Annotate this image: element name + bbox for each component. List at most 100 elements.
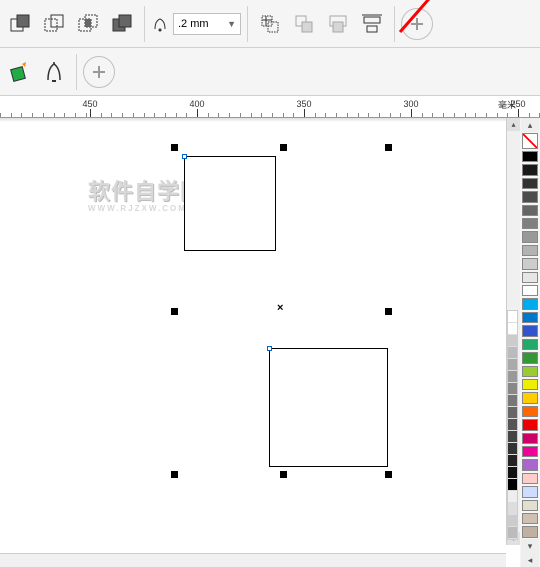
- mini-swatch: [508, 443, 517, 455]
- palette-flyout-icon[interactable]: ◂: [521, 553, 539, 567]
- color-swatch[interactable]: [522, 151, 538, 162]
- ruler-tick-label: 450: [82, 99, 97, 109]
- color-swatch[interactable]: [522, 298, 538, 309]
- color-swatch[interactable]: [522, 258, 538, 269]
- color-swatch[interactable]: [522, 352, 538, 363]
- ruler-tick-label: 250: [510, 99, 525, 109]
- color-swatch[interactable]: [522, 379, 538, 390]
- separator: [76, 54, 77, 90]
- color-swatch[interactable]: [522, 285, 538, 296]
- mini-swatch: [508, 383, 517, 395]
- color-swatch[interactable]: [522, 231, 538, 242]
- horizontal-scrollbar[interactable]: [0, 553, 506, 567]
- color-swatch[interactable]: [522, 433, 538, 444]
- selection-center-icon[interactable]: ×: [277, 302, 283, 314]
- color-swatch[interactable]: [522, 312, 538, 323]
- palette-swatches: [522, 150, 538, 539]
- palette-up-icon[interactable]: ▴: [521, 118, 539, 132]
- mini-swatch: [508, 395, 517, 407]
- color-swatch[interactable]: [522, 178, 538, 189]
- color-swatch[interactable]: [522, 339, 538, 350]
- selection-handle[interactable]: [385, 471, 392, 478]
- back-minus-front-button: [288, 8, 320, 40]
- mini-swatch: [508, 503, 517, 515]
- dropdown-icon: ▼: [227, 19, 236, 29]
- mini-swatch: [508, 431, 517, 443]
- palette-down-icon[interactable]: ▾: [521, 539, 539, 553]
- color-swatch[interactable]: [522, 205, 538, 216]
- mini-swatch: [508, 479, 517, 491]
- color-swatch[interactable]: [522, 526, 538, 537]
- selection-handle[interactable]: [385, 144, 392, 151]
- color-swatch[interactable]: [522, 486, 538, 497]
- ruler-tick-label: 300: [403, 99, 418, 109]
- color-swatch[interactable]: [522, 392, 538, 403]
- selection-handle[interactable]: [171, 144, 178, 151]
- ruler-tick-label: 350: [296, 99, 311, 109]
- color-swatch[interactable]: [522, 473, 538, 484]
- shape-node[interactable]: [182, 154, 187, 159]
- drawing-canvas[interactable]: 软件自学网 WWW.RJZXW.COM ×: [0, 118, 540, 545]
- horizontal-ruler[interactable]: 毫米 450400350300250: [0, 96, 540, 118]
- outline-width-value: .2 mm: [178, 18, 209, 30]
- outline-pen-tool[interactable]: [38, 56, 70, 88]
- canvas-area[interactable]: 软件自学网 WWW.RJZXW.COM ×: [0, 118, 540, 545]
- outline-width-control: .2 mm ▼: [151, 13, 241, 35]
- scroll-up-icon[interactable]: ▴: [507, 118, 520, 131]
- align-distribute-button[interactable]: [356, 8, 388, 40]
- mini-swatch: [508, 419, 517, 431]
- mini-swatch: [508, 359, 517, 371]
- color-swatch[interactable]: [522, 513, 538, 524]
- add-tool-button[interactable]: [83, 56, 115, 88]
- front-minus-back-button[interactable]: [254, 8, 286, 40]
- rect-bottom[interactable]: [269, 348, 388, 467]
- selection-handle[interactable]: [171, 308, 178, 315]
- mini-swatch: [508, 491, 517, 503]
- boundary-button: [322, 8, 354, 40]
- shape-node[interactable]: [267, 346, 272, 351]
- mini-swatch: [508, 311, 517, 323]
- simplify-button[interactable]: [106, 8, 138, 40]
- mini-swatch: [508, 527, 517, 539]
- separator: [144, 6, 145, 42]
- color-swatch[interactable]: [522, 325, 538, 336]
- rect-top[interactable]: [184, 156, 276, 251]
- add-preset-button[interactable]: [401, 8, 433, 40]
- mini-swatch: [508, 407, 517, 419]
- trim-button[interactable]: [38, 8, 70, 40]
- color-swatch[interactable]: [522, 164, 538, 175]
- mini-swatch: [508, 323, 517, 335]
- mini-swatch: [508, 467, 517, 479]
- selection-handle[interactable]: [171, 471, 178, 478]
- mini-swatch: [508, 455, 517, 467]
- no-color-swatch[interactable]: [522, 133, 538, 149]
- color-swatch[interactable]: [522, 272, 538, 283]
- interactive-fill-tool[interactable]: [4, 56, 36, 88]
- color-swatch[interactable]: [522, 191, 538, 202]
- color-swatch[interactable]: [522, 245, 538, 256]
- mini-swatch: [508, 335, 517, 347]
- mini-swatch: [508, 515, 517, 527]
- color-swatch[interactable]: [522, 419, 538, 430]
- selection-handle[interactable]: [280, 471, 287, 478]
- property-bar: .2 mm ▼: [0, 0, 540, 48]
- color-swatch[interactable]: [522, 406, 538, 417]
- separator: [394, 6, 395, 42]
- toolbox-bar: [0, 48, 540, 96]
- palette-scrollbar[interactable]: [507, 310, 518, 540]
- mini-swatch: [508, 347, 517, 359]
- outline-width-combo[interactable]: .2 mm ▼: [173, 13, 241, 35]
- selection-handle[interactable]: [385, 308, 392, 315]
- color-swatch[interactable]: [522, 366, 538, 377]
- color-swatch[interactable]: [522, 500, 538, 511]
- mini-swatch: [508, 371, 517, 383]
- separator: [247, 6, 248, 42]
- color-swatch[interactable]: [522, 446, 538, 457]
- color-swatch[interactable]: [522, 218, 538, 229]
- intersect-button[interactable]: [72, 8, 104, 40]
- weld-button[interactable]: [4, 8, 36, 40]
- ruler-tick-label: 400: [189, 99, 204, 109]
- selection-handle[interactable]: [280, 144, 287, 151]
- color-swatch[interactable]: [522, 459, 538, 470]
- color-palette: ▴ ▾ ◂: [520, 118, 540, 567]
